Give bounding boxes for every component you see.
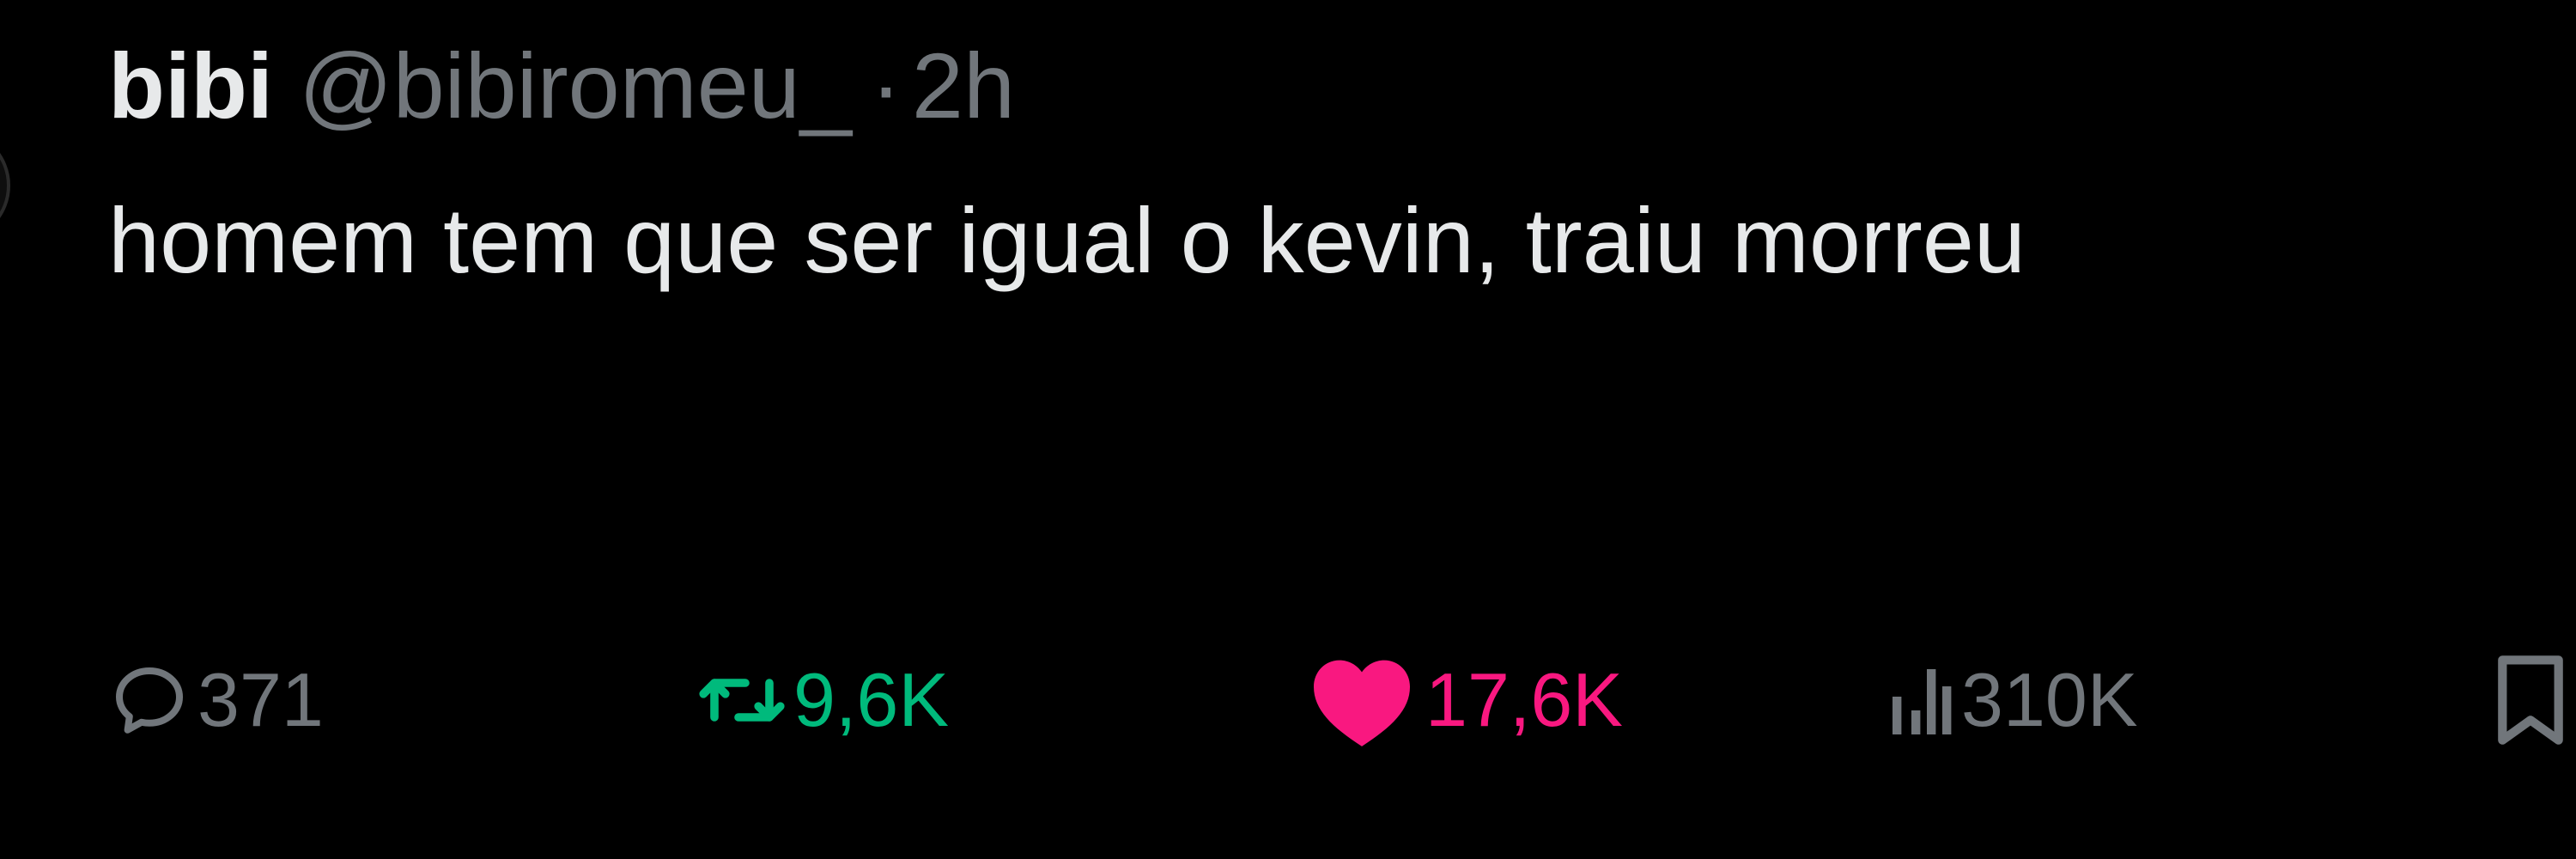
bookmark-button[interactable] (2494, 649, 2567, 752)
retweet-count: 9,6K (793, 657, 950, 742)
tweet-timestamp[interactable]: 2h (912, 40, 1015, 132)
like-button[interactable]: 17,6K (1305, 649, 1623, 752)
retweet-button[interactable]: 9,6K (697, 649, 949, 752)
bookmark-icon (2494, 652, 2567, 748)
heart-filled-icon (1305, 652, 1419, 748)
views-button[interactable]: 310K (1889, 649, 2138, 752)
views-count: 310K (1961, 657, 2138, 742)
tweet-header: bibi @bibiromeu_ · 2h (108, 34, 1015, 137)
author-name[interactable]: bibi (108, 40, 273, 132)
bar-chart-icon (1889, 659, 1954, 741)
like-count: 17,6K (1425, 657, 1623, 742)
author-handle[interactable]: @bibiromeu_ (299, 40, 852, 132)
reply-count: 371 (197, 657, 324, 742)
retweet-arrows-icon (697, 659, 787, 741)
reply-button[interactable]: 371 (108, 649, 324, 752)
tweet-text: homem tem que ser igual o kevin, traiu m… (108, 188, 2026, 292)
separator-dot: · (870, 34, 902, 137)
speech-bubble-icon (108, 659, 191, 741)
tweet-actions: 371 9,6K 17,6K 310K (0, 649, 2576, 752)
avatar[interactable] (0, 129, 10, 242)
